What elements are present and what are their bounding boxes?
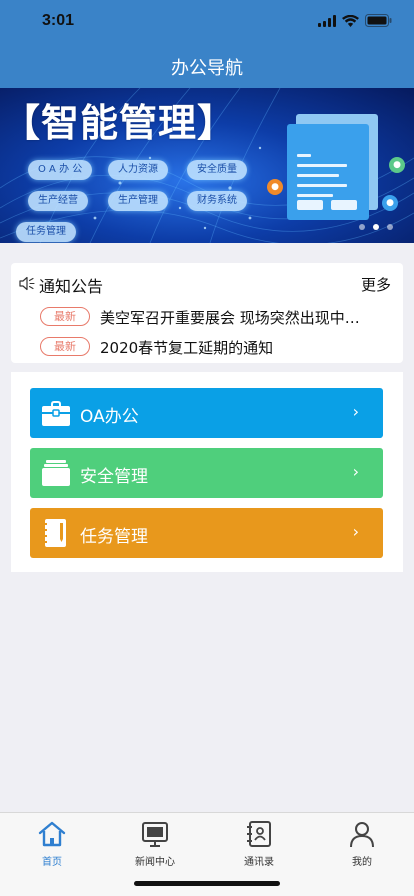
tab-contacts[interactable]: 通讯录: [219, 819, 299, 869]
tab-profile[interactable]: 我的: [322, 819, 402, 869]
banner-pill: 安全质量: [187, 160, 247, 180]
banner-pill: 任务管理: [16, 222, 76, 242]
task-management-label: 任务管理: [80, 527, 148, 547]
battery-icon: [365, 14, 392, 27]
banner-pill: 生产管理: [108, 191, 168, 211]
banner-pill: 人力资源: [108, 160, 168, 180]
banner-pill: O A 办 公: [28, 160, 93, 180]
notice-item-text[interactable]: 2020春节复工延期的通知: [100, 337, 372, 358]
speaker-icon: [19, 276, 35, 291]
new-badge: 最新: [40, 337, 90, 356]
safety-management-button[interactable]: 安全管理 ›: [30, 448, 383, 498]
tab-news[interactable]: 新闻中心: [115, 819, 195, 869]
notice-title: 通知公告: [39, 277, 104, 296]
tab-contacts-label: 通讯录: [244, 857, 274, 868]
banner-carousel[interactable]: 【智能管理】 O A 办 公 人力资源 安全质量 生产经营 生产管理 财务系统 …: [0, 88, 414, 243]
chevron-right-icon: ›: [352, 462, 359, 481]
status-bar: 3:01: [0, 0, 414, 44]
pager-dot-active[interactable]: [373, 224, 379, 230]
status-time: 3:01: [42, 12, 75, 29]
banner-pill: 财务系统: [187, 191, 247, 211]
wifi-icon: [342, 14, 359, 27]
notice-panel: 通知公告 更多 最新 美空军召开重要展会 现场突然出现中… 最新 2020春节复…: [11, 263, 403, 363]
monitor-icon: [142, 822, 168, 847]
tab-profile-label: 我的: [352, 857, 372, 868]
chevron-right-icon: ›: [352, 402, 359, 421]
contacts-icon: [247, 821, 271, 847]
banner-pill: 生产经营: [28, 191, 88, 211]
carousel-pager[interactable]: [359, 224, 393, 230]
notice-item-text[interactable]: 美空军召开重要展会 现场突然出现中…: [100, 307, 372, 328]
pager-dot[interactable]: [359, 224, 365, 230]
banner-title: 【智能管理】: [2, 101, 237, 145]
avatar-badge-icon: ●: [382, 195, 398, 211]
tab-home-label: 首页: [42, 857, 62, 868]
pager-dot[interactable]: [387, 224, 393, 230]
chevron-right-icon: ›: [352, 522, 359, 541]
module-menu: OA办公 › 安全管理 › 任务管理 ›: [11, 372, 403, 572]
notice-more-link[interactable]: 更多: [361, 274, 391, 295]
new-badge: 最新: [40, 307, 90, 326]
briefcase-icon: [42, 401, 70, 426]
folder-stack-icon: [42, 460, 70, 486]
signal-icon: [318, 14, 336, 27]
notice-item[interactable]: 最新 2020春节复工延期的通知: [40, 337, 380, 357]
notice-item[interactable]: 最新 美空军召开重要展会 现场突然出现中…: [40, 307, 380, 327]
oa-office-label: OA办公: [80, 407, 139, 427]
home-indicator: [134, 881, 280, 886]
task-management-button[interactable]: 任务管理 ›: [30, 508, 383, 558]
tab-news-label: 新闻中心: [135, 857, 175, 868]
oa-office-button[interactable]: OA办公 ›: [30, 388, 383, 438]
status-icons: [318, 14, 392, 27]
safety-management-label: 安全管理: [80, 467, 148, 487]
tab-home[interactable]: 首页: [12, 819, 92, 869]
user-icon: [350, 822, 374, 848]
home-icon: [38, 821, 66, 847]
avatar-badge-icon: ●: [389, 157, 405, 173]
document-illustration: [287, 124, 369, 220]
avatar-badge-icon: ●: [267, 179, 283, 195]
header: 3:01 办公导航: [0, 0, 414, 88]
page-title: 办公导航: [171, 58, 243, 79]
notebook-icon: [43, 519, 66, 547]
notice-header: 通知公告 更多: [19, 273, 395, 296]
